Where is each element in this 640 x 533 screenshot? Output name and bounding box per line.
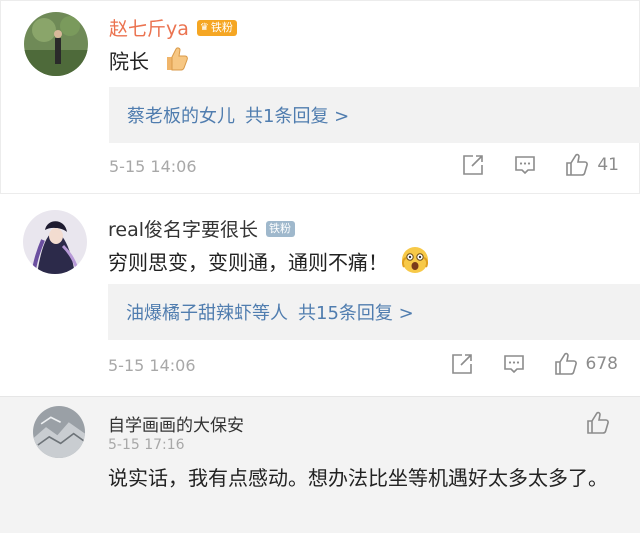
username-row: 赵七斤ya ♛ 铁粉 bbox=[109, 14, 237, 41]
username-row: real俊名字要很长 铁粉 bbox=[108, 215, 296, 242]
comment-item-3: 自学画画的大保安 5-15 17:16 说实话，我有点感动。想办法比坐等机遇好太… bbox=[0, 397, 640, 533]
fan-badge: 铁粉 bbox=[266, 220, 296, 237]
like-icon[interactable] bbox=[586, 411, 610, 435]
shocked-face-emoji-icon bbox=[400, 245, 430, 283]
share-icon[interactable] bbox=[461, 153, 485, 177]
comment-icon[interactable] bbox=[502, 352, 526, 376]
comment-meta: 5-15 14:06 41 bbox=[109, 153, 619, 183]
badge-label: 铁粉 bbox=[269, 221, 292, 235]
avatar[interactable] bbox=[33, 406, 85, 458]
reply-names[interactable]: 油爆橘子甜辣虾等人 bbox=[126, 299, 288, 325]
comment-meta: 5-15 14:06 678 bbox=[108, 352, 618, 382]
like-icon[interactable] bbox=[565, 153, 589, 177]
badge-label: 铁粉 bbox=[210, 20, 233, 34]
comment-text: 穷则思变，变则通，通则不痛！ bbox=[108, 245, 430, 283]
comment-text: 院长 bbox=[109, 45, 189, 81]
avatar[interactable] bbox=[24, 12, 88, 76]
comment-text: 说实话，我有点感动。想办法比坐等机遇好太多太多了。 bbox=[108, 466, 608, 490]
thumbs-up-emoji-icon bbox=[161, 45, 189, 81]
reply-preview[interactable]: 油爆橘子甜辣虾等人 共15条回复 > bbox=[108, 284, 640, 340]
comment-text-content: 穷则思变，变则通，通则不痛！ bbox=[108, 250, 388, 275]
reply-preview[interactable]: 蔡老板的女儿 共1条回复 > bbox=[109, 87, 640, 143]
like-icon[interactable] bbox=[554, 352, 578, 376]
comment-actions: 41 bbox=[433, 153, 619, 177]
like-count: 678 bbox=[585, 354, 618, 374]
comment-actions: 678 bbox=[422, 352, 618, 376]
crown-icon: ♛ bbox=[199, 21, 209, 33]
timestamp: 5-15 14:06 bbox=[109, 157, 197, 176]
username-row: 自学画画的大保安 bbox=[108, 411, 244, 436]
share-icon[interactable] bbox=[450, 352, 474, 376]
fan-badge: ♛ 铁粉 bbox=[196, 19, 237, 36]
comment-text-content: 院长 bbox=[109, 49, 149, 74]
reply-count[interactable]: 共1条回复 > bbox=[245, 102, 349, 128]
reply-count[interactable]: 共15条回复 > bbox=[298, 299, 414, 325]
username[interactable]: 赵七斤ya bbox=[109, 14, 189, 41]
comment-item-2: real俊名字要很长 铁粉 穷则思变，变则通，通则不痛！ 油爆橘子甜辣虾等人 共… bbox=[0, 194, 640, 397]
username[interactable]: real俊名字要很长 bbox=[108, 215, 258, 242]
reply-names[interactable]: 蔡老板的女儿 bbox=[127, 102, 235, 128]
timestamp: 5-15 17:16 bbox=[108, 437, 185, 453]
comment-icon[interactable] bbox=[513, 153, 537, 177]
username[interactable]: 自学画画的大保安 bbox=[108, 411, 244, 436]
comment-item-1: 赵七斤ya ♛ 铁粉 院长 蔡老板的女儿 共1条回复 > 5-15 14:06 bbox=[0, 0, 640, 194]
avatar[interactable] bbox=[23, 210, 87, 274]
like-count: 41 bbox=[597, 155, 619, 175]
timestamp: 5-15 14:06 bbox=[108, 356, 196, 375]
